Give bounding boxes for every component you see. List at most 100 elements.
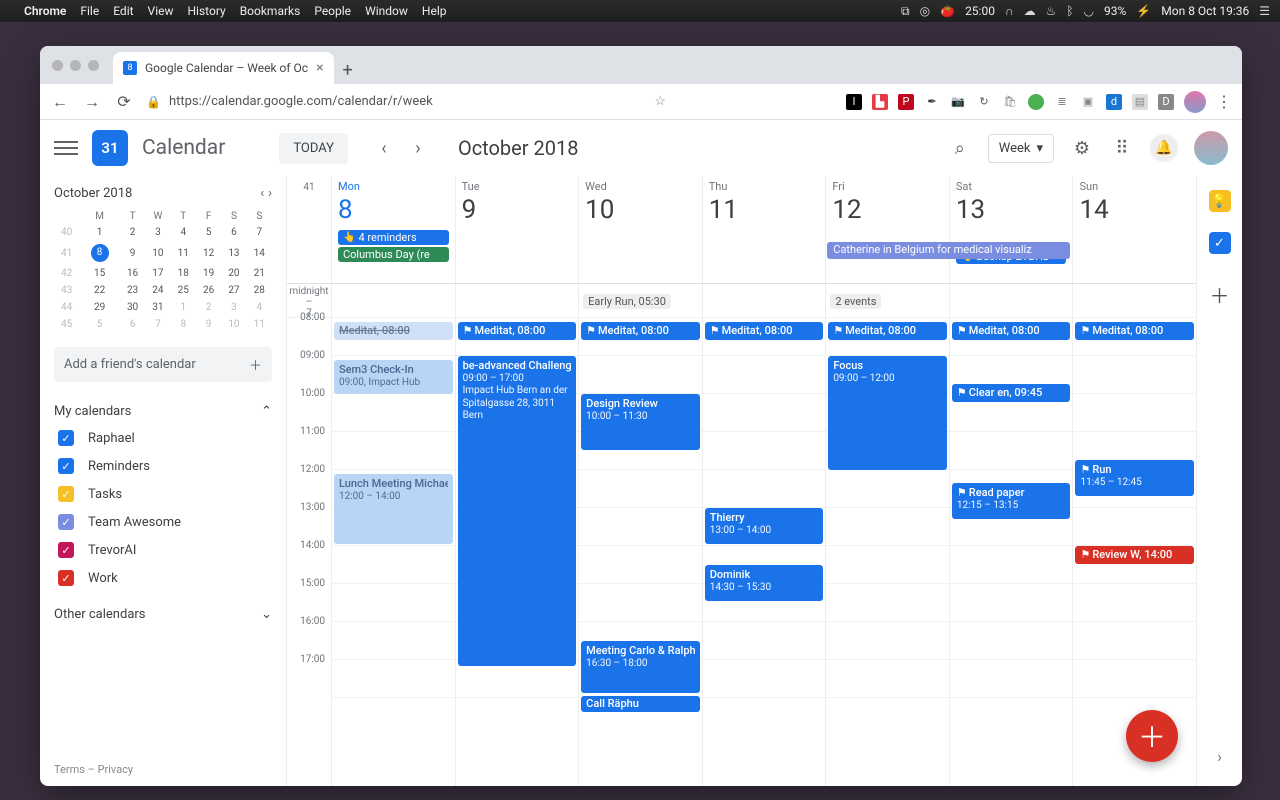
wifi-icon[interactable]: ◡ <box>1084 4 1094 18</box>
pinterest-icon[interactable]: P <box>898 94 914 110</box>
calendar-event[interactable]: ⚑Meditat, 08:00 <box>1075 322 1194 340</box>
calendar-event[interactable]: Thierry13:00 – 14:00 <box>705 508 824 544</box>
calendar-event[interactable]: ⚑Clear en, 09:45 <box>952 384 1071 402</box>
mini-day[interactable]: 11 <box>247 316 272 333</box>
bluetooth-icon[interactable]: ᛒ <box>1066 4 1073 18</box>
tasks-icon[interactable]: ✓ <box>1209 232 1231 254</box>
window-menu[interactable]: Window <box>365 4 408 18</box>
new-tab-button[interactable]: + <box>334 56 362 84</box>
ext-icon[interactable]: I <box>846 94 862 110</box>
allday-event[interactable]: 👆4 reminders <box>338 230 449 245</box>
allday-event[interactable]: Columbus Day (re <box>338 247 449 262</box>
notification-center-icon[interactable]: ☰ <box>1259 4 1270 18</box>
calendar-event[interactable]: ⚑Meditat, 08:00 <box>952 322 1071 340</box>
calendar-event[interactable]: ⚑Meditat, 08:00 <box>581 322 700 340</box>
ext-icon[interactable]: 🛍 <box>1002 94 1018 110</box>
forward-button[interactable]: → <box>82 92 102 112</box>
ext-icon[interactable] <box>1028 94 1044 110</box>
camera-icon[interactable]: 📷 <box>950 94 966 110</box>
flame-icon[interactable]: ♨ <box>1046 4 1057 18</box>
day-header[interactable]: Tue 9 <box>455 176 579 283</box>
view-menu[interactable]: View <box>148 4 174 18</box>
collapse-rail-icon[interactable]: › <box>1217 747 1222 766</box>
day-column[interactable]: Early Run, 05:30⚑Meditat, 08:00Design Re… <box>578 284 702 786</box>
mini-day[interactable]: 10 <box>145 241 170 265</box>
kebab-menu-icon[interactable]: ⋮ <box>1216 92 1232 111</box>
mini-day[interactable]: 27 <box>221 282 246 299</box>
create-event-fab[interactable]: ＋ <box>1126 710 1178 762</box>
browser-tab[interactable]: 8 Google Calendar – Week of Oc × <box>113 52 334 84</box>
mini-day[interactable]: 11 <box>171 241 196 265</box>
day-header[interactable]: Fri 12 <box>825 176 949 283</box>
pomodoro-timer[interactable]: 25:00 <box>965 4 995 18</box>
mini-prev-icon[interactable]: ‹ <box>260 186 264 201</box>
day-column[interactable]: ⚑Meditat, 08:00be-advanced Challenge WS … <box>455 284 579 786</box>
day-header[interactable]: Wed 10 <box>578 176 702 283</box>
calendar-toggle[interactable]: ✓ Raphael <box>54 425 272 451</box>
ext-icon[interactable]: d <box>1106 94 1122 110</box>
ext-icon[interactable]: ▤ <box>1132 94 1148 110</box>
mini-day[interactable]: 8 <box>171 316 196 333</box>
mini-day[interactable]: 6 <box>120 316 145 333</box>
calendar-event[interactable]: Lunch Meeting Michael12:00 – 14:00 <box>334 474 453 544</box>
mini-day[interactable]: 2 <box>196 299 221 316</box>
mini-day[interactable]: 25 <box>171 282 196 299</box>
mini-day[interactable]: 21 <box>247 265 272 282</box>
mini-day[interactable]: 20 <box>221 265 246 282</box>
mini-day[interactable]: 18 <box>171 265 196 282</box>
mini-day[interactable]: 7 <box>145 316 170 333</box>
battery-icon[interactable]: ⚡ <box>1136 4 1151 18</box>
status-icon[interactable]: ◎ <box>920 4 930 18</box>
my-calendars-toggle[interactable]: My calendars⌃ <box>54 398 272 425</box>
history-menu[interactable]: History <box>188 4 226 18</box>
allday-event[interactable]: Catherine in Belgium for medical visuali… <box>827 242 1070 259</box>
mini-day[interactable]: 4 <box>171 224 196 241</box>
calendar-event[interactable]: Focus09:00 – 12:00 <box>828 356 947 470</box>
profile-avatar[interactable] <box>1184 91 1206 113</box>
back-button[interactable]: ← <box>50 92 70 112</box>
mini-day[interactable]: 6 <box>221 224 246 241</box>
mini-day[interactable]: 10 <box>221 316 246 333</box>
addons-plus-icon[interactable]: ＋ <box>1210 280 1230 309</box>
collapsed-events[interactable]: 2 events <box>830 294 881 309</box>
window-controls[interactable] <box>52 60 99 71</box>
mini-day[interactable]: 9 <box>120 241 145 265</box>
mini-day[interactable]: 19 <box>196 265 221 282</box>
calendar-event[interactable]: ⚑Review W, 14:00 <box>1075 546 1194 564</box>
calendar-toggle[interactable]: ✓ Reminders <box>54 453 272 479</box>
calendar-event[interactable]: Call Räphu <box>581 696 700 712</box>
mini-day[interactable]: 29 <box>79 299 120 316</box>
buffer-icon[interactable]: ≣ <box>1054 94 1070 110</box>
ext-icon[interactable]: ✒ <box>924 94 940 110</box>
mini-day[interactable]: 22 <box>79 282 120 299</box>
mini-day[interactable]: 4 <box>247 299 272 316</box>
day-column[interactable]: ⚑Meditat, 08:00 ⚑Clear en, 09:45 ⚑Read pap… <box>949 284 1073 786</box>
calendar-event[interactable]: ⚑Meditat, 08:00 <box>458 322 577 340</box>
mini-day[interactable]: 1 <box>79 224 120 241</box>
omnibox[interactable]: 🔒 https://calendar.google.com/calendar/r… <box>146 94 666 109</box>
day-header[interactable]: Sat 13 👆Backup 2TBHD <box>949 176 1073 283</box>
mini-day[interactable]: 28 <box>247 282 272 299</box>
bookmarks-menu[interactable]: Bookmarks <box>240 4 301 18</box>
mini-day[interactable]: 31 <box>145 299 170 316</box>
close-tab-icon[interactable]: × <box>316 60 323 76</box>
mini-day[interactable]: 30 <box>120 299 145 316</box>
prev-week-button[interactable]: ‹ <box>370 134 398 162</box>
calendar-event[interactable]: ⚑Read paper12:15 – 13:15 <box>952 483 1071 519</box>
calendar-event[interactable]: Design Review10:00 – 11:30 <box>581 394 700 450</box>
ext-icon[interactable]: ▣ <box>1080 94 1096 110</box>
mini-day[interactable]: 14 <box>247 241 272 265</box>
mini-day[interactable]: 3 <box>145 224 170 241</box>
day-header[interactable]: Thu 11 <box>702 176 826 283</box>
mini-day[interactable]: 26 <box>196 282 221 299</box>
day-column[interactable]: Meditat, 08:00Sem3 Check-In09:00, Impact… <box>331 284 455 786</box>
view-selector[interactable]: Week▾ <box>988 134 1054 163</box>
mini-day[interactable]: 12 <box>196 241 221 265</box>
calendar-event[interactable]: Sem3 Check-In09:00, Impact Hub <box>334 360 453 394</box>
footer-links[interactable]: Terms – Privacy <box>54 757 272 782</box>
day-header[interactable]: Mon 8 👆4 remindersColumbus Day (re <box>331 176 455 283</box>
battery-percent[interactable]: 93% <box>1104 4 1126 18</box>
people-menu[interactable]: People <box>314 4 351 18</box>
calendar-toggle[interactable]: ✓ TrevorAI <box>54 537 272 563</box>
ext-icon[interactable]: ↻ <box>976 94 992 110</box>
